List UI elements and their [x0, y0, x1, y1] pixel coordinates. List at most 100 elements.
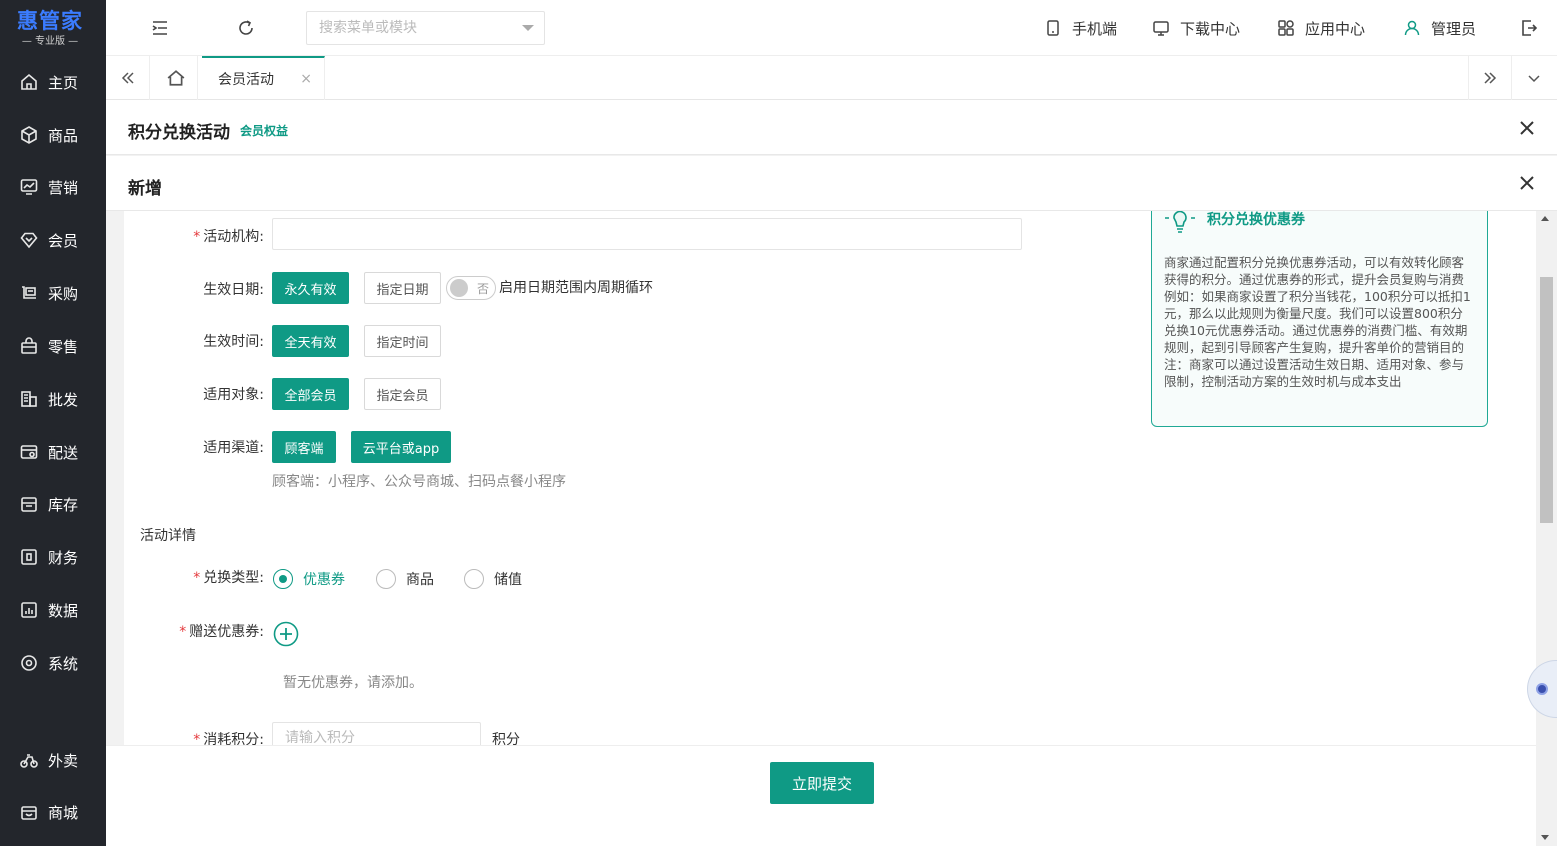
- add-coupon-icon[interactable]: [273, 621, 299, 647]
- radio-stored-value[interactable]: 储值: [464, 569, 522, 589]
- panel-title: 积分兑换活动: [128, 123, 230, 143]
- scroll-up-icon[interactable]: [1541, 216, 1549, 221]
- org-label: * 活动机构:: [193, 229, 264, 245]
- lightbulb-icon: [1162, 211, 1198, 240]
- sidebar-item-system[interactable]: 系统: [0, 643, 106, 683]
- sidebar-item-retail[interactable]: 零售: [0, 326, 106, 366]
- main-area: 积分兑换活动 会员权益 新增 * 活动机构: 生效日期: 永久有效 指定日期 否 …: [106, 100, 1557, 846]
- refresh-icon[interactable]: [236, 18, 256, 38]
- mobile-link[interactable]: 手机端: [1044, 16, 1117, 40]
- toggle-text: 否: [477, 282, 490, 296]
- caret-down-icon: [522, 25, 534, 31]
- search-select[interactable]: 搜索菜单或模块: [306, 11, 545, 45]
- download-label: 下载中心: [1180, 19, 1241, 38]
- sidebar-item-label: 商城: [48, 803, 79, 822]
- sidebar-item-data[interactable]: 数据: [0, 590, 106, 630]
- dialog-title: 新增: [128, 179, 162, 199]
- download-center-link[interactable]: 下载中心: [1152, 16, 1240, 40]
- tab-close-icon[interactable]: ×: [300, 71, 312, 87]
- bike-icon: [20, 751, 38, 769]
- submit-button[interactable]: 立即提交: [770, 762, 874, 804]
- cycle-toggle[interactable]: 否: [446, 276, 496, 300]
- home-icon: [167, 70, 184, 86]
- data-icon: [20, 601, 38, 619]
- store-icon: [20, 803, 38, 821]
- date-permanent-button[interactable]: 永久有效: [272, 272, 349, 304]
- sidebar-item-wholesale[interactable]: 批发: [0, 379, 106, 419]
- sidebar-item-label: 批发: [48, 390, 79, 409]
- double-chevron-left-icon: [121, 72, 134, 84]
- points-unit: 积分: [492, 732, 520, 745]
- sidebar-item-goods[interactable]: 商品: [0, 115, 106, 155]
- sidebar-item-purchase[interactable]: 采购: [0, 273, 106, 313]
- sidebar-item-inventory[interactable]: 库存: [0, 484, 106, 524]
- target-specify-button[interactable]: 指定会员: [364, 378, 441, 410]
- channel-cloud-app-button[interactable]: 云平台或app: [351, 431, 451, 463]
- bag-icon: [20, 337, 38, 355]
- sidebar-item-label: 系统: [48, 654, 79, 673]
- finance-icon: [20, 548, 38, 566]
- time-specify-button[interactable]: 指定时间: [364, 325, 441, 357]
- user-menu[interactable]: 管理员: [1403, 16, 1476, 40]
- panel-close-icon[interactable]: [1519, 120, 1535, 136]
- sidebar-item-label: 会员: [48, 231, 79, 250]
- box-icon: [20, 126, 38, 144]
- user-label: 管理员: [1431, 19, 1477, 38]
- radio-coupon[interactable]: 优惠券: [273, 569, 345, 589]
- form-area: * 活动机构: 生效日期: 永久有效 指定日期 否 启用日期范围内周期循环 生效时…: [124, 211, 1536, 745]
- panel-subtitle: 会员权益: [240, 124, 289, 138]
- sidebar-item-label: 零售: [48, 337, 79, 356]
- mobile-label: 手机端: [1072, 19, 1118, 38]
- exchange-label: * 兑换类型:: [193, 570, 264, 586]
- sidebar-item-delivery[interactable]: 配送: [0, 432, 106, 472]
- sidebar-item-label: 库存: [48, 495, 79, 514]
- sidebar-item-home[interactable]: 主页: [0, 62, 106, 102]
- tab-bar: 会员活动 ×: [106, 56, 1557, 100]
- points-input[interactable]: 请输入积分: [272, 722, 481, 745]
- chart-screen-icon: [20, 178, 38, 196]
- app-center-link[interactable]: 应用中心: [1277, 16, 1365, 40]
- section-title: 活动详情: [140, 528, 196, 544]
- phone-icon: [1047, 20, 1059, 36]
- sidebar-item-members[interactable]: 会员: [0, 220, 106, 260]
- diamond-icon: [20, 231, 38, 249]
- double-chevron-right-icon: [1484, 72, 1497, 84]
- tab-member-activity[interactable]: 会员活动 ×: [202, 56, 325, 100]
- time-allday-button[interactable]: 全天有效: [272, 325, 349, 357]
- tabs-dropdown-button[interactable]: [1512, 56, 1556, 100]
- brand-logo[interactable]: 惠管家 — 专业版 —: [0, 6, 100, 48]
- sidebar-item-label: 商品: [48, 126, 79, 145]
- tabs-scroll-left-button[interactable]: [106, 56, 150, 100]
- target-all-button[interactable]: 全部会员: [272, 378, 349, 410]
- dialog-header: 新增: [106, 156, 1557, 211]
- channel-customer-button[interactable]: 顾客端: [272, 431, 336, 463]
- sidebar-item-marketing[interactable]: 营销: [0, 167, 106, 207]
- apps-grid-icon: [1278, 20, 1294, 36]
- radio-goods[interactable]: 商品: [376, 569, 434, 589]
- search-placeholder: 搜索菜单或模块: [319, 20, 417, 36]
- date-specify-button[interactable]: 指定日期: [364, 272, 441, 304]
- scroll-down-icon[interactable]: [1541, 835, 1549, 840]
- user-icon: [1404, 20, 1420, 36]
- tabs-scroll-right-button[interactable]: [1468, 56, 1512, 100]
- org-input[interactable]: [272, 218, 1022, 250]
- dialog-close-icon[interactable]: [1519, 175, 1535, 191]
- dialog-footer: 立即提交: [106, 745, 1536, 846]
- apps-label: 应用中心: [1305, 19, 1366, 38]
- coupon-label: * 赠送优惠券:: [179, 624, 264, 640]
- cycle-label: 启用日期范围内周期循环: [499, 280, 653, 296]
- building-icon: [20, 390, 38, 408]
- coupon-empty-text: 暂无优惠券，请添加。: [283, 675, 423, 691]
- radio-circle: [376, 569, 396, 589]
- scrollbar[interactable]: [1536, 211, 1557, 846]
- home-icon: [20, 73, 38, 91]
- tip-body: 商家通过配置积分兑换优惠券活动，可以有效转化顾客获得的积分。通过优惠券的形式，提…: [1164, 255, 1471, 389]
- sidebar-item-takeout[interactable]: 外卖: [0, 740, 106, 780]
- settings-icon: [20, 654, 38, 672]
- menu-collapse-icon[interactable]: [150, 18, 170, 38]
- tab-home[interactable]: [154, 56, 198, 100]
- sidebar-item-mall[interactable]: 商城: [0, 792, 106, 832]
- sidebar-item-finance[interactable]: 财务: [0, 537, 106, 577]
- scroll-thumb[interactable]: [1540, 277, 1553, 523]
- logout-icon[interactable]: [1519, 18, 1539, 38]
